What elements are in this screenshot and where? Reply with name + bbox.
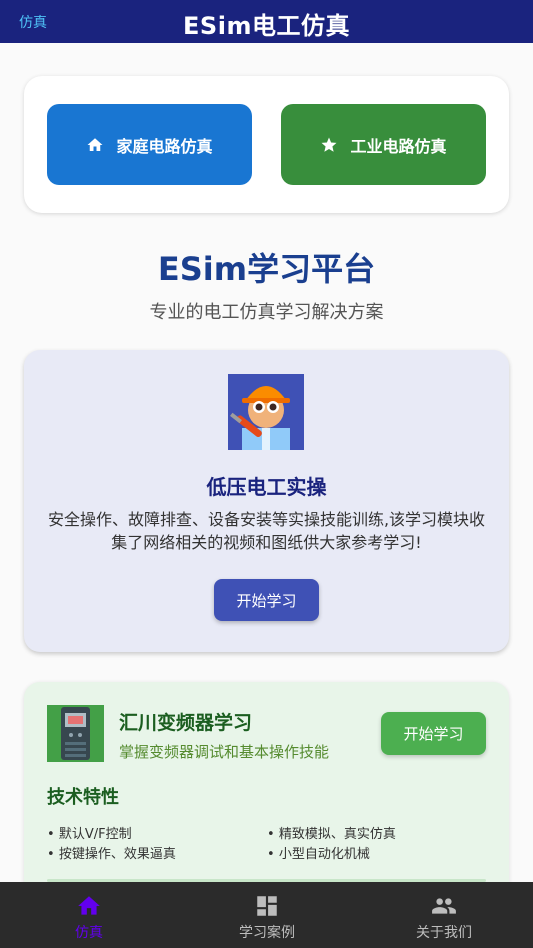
people-icon <box>432 898 456 914</box>
low-voltage-title: 低压电工实操 <box>206 475 327 499</box>
platform-subtitle: 专业的电工仿真学习解决方案 <box>149 302 384 323</box>
bottom-navigation: 仿真 学习案例 关于我们 <box>0 882 533 948</box>
main-content[interactable]: 家庭电路仿真 工业电路仿真 ESim学习平台 专业的电工仿真学习解决方案 低压电… <box>0 43 533 882</box>
home-icon <box>78 896 100 915</box>
inverter-title: 汇川变频器学习 <box>119 712 253 734</box>
feature-item: • 小型自动化机械 <box>267 847 370 862</box>
electrician-avatar-icon <box>228 374 304 450</box>
inverter-start-button[interactable]: 开始学习 <box>381 712 486 755</box>
top-app-bar: 仿真 ESim电工仿真 <box>0 0 533 43</box>
home-circuit-label: 家庭电路仿真 <box>116 136 213 156</box>
inverter-card: 汇川变频器学习 掌握变频器调试和基本操作技能 开始学习 技术特性 • 默认V/F… <box>24 682 509 882</box>
low-voltage-start-button[interactable]: 开始学习 <box>214 579 319 621</box>
platform-title: ESim学习平台 <box>157 250 376 288</box>
nav-label-about: 关于我们 <box>416 925 472 941</box>
feature-item: • 默认V/F控制 <box>47 827 132 842</box>
features-title: 技术特性 <box>47 787 119 808</box>
feature-item: • 按键操作、效果逼真 <box>47 847 176 862</box>
nav-tab-about[interactable]: 关于我们 <box>355 882 533 948</box>
low-voltage-description: 安全操作、故障排查、设备安装等实操技能训练,该学习模块收集了网络相关的视频和图纸… <box>47 510 486 552</box>
nav-label-simulation: 仿真 <box>75 925 103 941</box>
inverter-subtitle: 掌握变频器调试和基本操作技能 <box>119 743 330 761</box>
inverter-device-icon <box>47 705 104 762</box>
star-icon <box>321 137 337 152</box>
nav-label-cases: 学习案例 <box>239 925 295 941</box>
industrial-circuit-button[interactable]: 工业电路仿真 <box>281 104 486 185</box>
app-root: 仿真 ESim电工仿真 家庭电路仿真 工业电路仿真 ESim学习平台 专业的电工… <box>0 0 533 948</box>
nav-tab-simulation[interactable]: 仿真 <box>0 882 178 948</box>
nav-tab-cases[interactable]: 学习案例 <box>178 882 356 948</box>
feature-item: • 精致模拟、真实仿真 <box>267 827 396 842</box>
home-icon <box>87 137 103 151</box>
dashboard-icon <box>257 896 277 916</box>
app-title: ESim电工仿真 <box>183 12 350 40</box>
low-voltage-card: 低压电工实操 安全操作、故障排查、设备安装等实操技能训练,该学习模块收集了网络相… <box>24 350 509 652</box>
home-circuit-button[interactable]: 家庭电路仿真 <box>47 104 252 185</box>
simulation-mode-card: 家庭电路仿真 工业电路仿真 <box>24 76 509 213</box>
industrial-circuit-label: 工业电路仿真 <box>350 136 447 156</box>
